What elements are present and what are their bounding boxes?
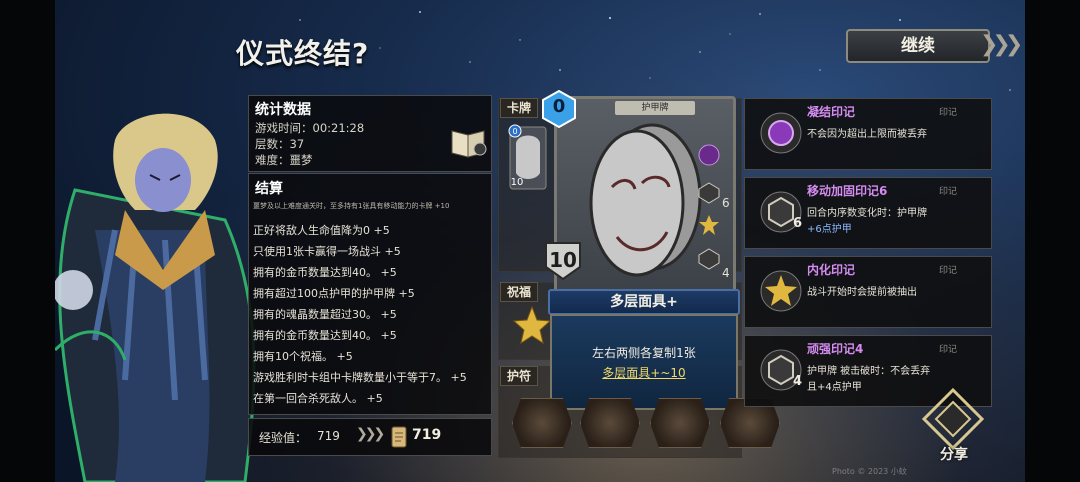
- scroll-icon: [391, 426, 407, 448]
- mark-tag: 印记: [938, 266, 957, 276]
- mark-description: 不会因为超出上限而被丢弃: [807, 129, 927, 140]
- mask-art: [589, 123, 702, 277]
- mark-tag: 印记: [938, 187, 957, 197]
- mark-title: 凝结印记: [807, 105, 856, 119]
- card-description-link[interactable]: 多层面具+~10: [552, 364, 736, 381]
- settlement-item: 正好将敌人生命值降为0 +5: [253, 224, 390, 237]
- blessing-icon[interactable]: [512, 305, 552, 345]
- play-time-label: 游戏时间：: [255, 121, 313, 135]
- card-description-line: 左右两侧各复制1张: [592, 346, 696, 360]
- play-time-row: 游戏时间：00:21:28: [255, 120, 364, 136]
- internalize-mark-icon: [760, 270, 802, 312]
- mark-value: 4: [793, 374, 803, 389]
- mark-description: 战斗开始时会提前被抽出: [807, 287, 917, 298]
- settlement-item: 游戏胜利时卡组中卡牌数量小于等于7。 +5: [253, 371, 467, 384]
- mark-panel-fortify: 6 移动加固印记6 印记 回合内序数变化时：护甲牌 +6点护甲: [744, 177, 992, 249]
- character-portrait: [55, 113, 256, 482]
- blessings-section-tab[interactable]: 祝福: [500, 282, 539, 302]
- page-title: 仪式终结?: [236, 37, 370, 70]
- card-cost: 0: [552, 96, 566, 117]
- settlement-item: 拥有10个祝福。 +5: [253, 350, 353, 363]
- left-black-bar: [0, 0, 55, 482]
- settlement-title: 结算: [255, 181, 283, 197]
- play-time-value: 00:21:28: [312, 121, 365, 135]
- settlement-item: 只使用1张卡赢得一场战斗 +5: [253, 245, 401, 258]
- internalize-mark-icon: [699, 215, 719, 235]
- card-side-value: 4: [722, 266, 730, 280]
- cards-section-tab[interactable]: 卡牌: [500, 98, 539, 118]
- continue-button[interactable]: 继续: [846, 29, 990, 63]
- mark-tag: 印记: [938, 108, 957, 118]
- floor-row: 层数：37: [255, 136, 304, 152]
- experience-total: 719: [412, 427, 442, 443]
- settlement-panel: 结算 噩梦及以上难度通关时，至多持有1张具有移动能力的卡牌 +10 正好将敌人生…: [248, 173, 492, 415]
- card-cost-gem: 0: [542, 90, 576, 128]
- mark-description: 护甲牌 被击破时：不会丢弃: [807, 366, 931, 377]
- mini-card-block: 10: [511, 177, 524, 188]
- stats-title: 统计数据: [255, 102, 311, 118]
- settlement-item: 拥有超过100点护甲的护甲牌 +5: [253, 287, 415, 300]
- relic-slot[interactable]: [650, 398, 710, 448]
- mark-value: 6: [793, 216, 803, 231]
- condense-mark-icon: [698, 144, 720, 166]
- card-name: 多层面具+: [548, 289, 740, 315]
- mark-panel-internalize: 内化印记 印记 战斗开始时会提前被抽出: [744, 256, 992, 328]
- mini-card-cost: 0: [512, 127, 517, 136]
- settlement-item: 拥有的魂晶数量超过30。 +5: [253, 308, 397, 321]
- floor-value: 37: [289, 137, 305, 151]
- mark-panel-condense: 凝结印记 印记 不会因为超出上限而被丢弃: [744, 98, 992, 170]
- settlement-item: 拥有的金币数量达到40。 +5: [253, 266, 397, 279]
- card-block: 10: [549, 248, 577, 272]
- mark-title: 移动加固印记6: [807, 184, 888, 198]
- arrow-right-icon: ❯❯❯: [356, 426, 385, 442]
- difficulty-value: 噩梦: [289, 153, 313, 167]
- share-button[interactable]: 分享: [940, 444, 968, 464]
- card-type: 护甲牌: [615, 101, 695, 115]
- floor-label: 层数：: [255, 137, 290, 151]
- difficulty-row: 难度：噩梦: [255, 152, 313, 168]
- experience-value: 719: [317, 429, 340, 443]
- experience-panel: 经验值： 719 ❯❯❯ 719: [248, 418, 492, 456]
- fortify-mark-icon: [698, 182, 720, 204]
- card-side-value: 6: [722, 196, 730, 210]
- deck-card-thumbnail[interactable]: 0 10: [508, 123, 548, 193]
- mark-tag: 印记: [938, 345, 957, 355]
- book-icon[interactable]: [450, 125, 488, 159]
- settlement-item: 在第一回合杀死敌人。 +5: [253, 392, 383, 405]
- mark-title: 顽强印记4: [807, 342, 864, 356]
- right-black-bar: [1025, 0, 1080, 482]
- card-description: 左右两侧各复制1张 多层面具+~10: [550, 314, 738, 410]
- relic-slot[interactable]: [580, 398, 640, 448]
- continue-arrows-icon: ❯❯❯: [980, 32, 1023, 57]
- card-block-shield: 10: [542, 239, 584, 281]
- difficulty-label: 难度：: [255, 153, 290, 167]
- mark-description: +6点护甲: [807, 224, 852, 235]
- mark-title: 内化印记: [807, 263, 856, 277]
- share-icon[interactable]: [920, 386, 986, 452]
- card-detail[interactable]: 护甲牌 0 10 6 4 多层面具+ 左右两侧各复制1张 多层面具+~10: [542, 90, 740, 410]
- mark-description: 且+4点护甲: [807, 382, 862, 393]
- experience-label: 经验值：: [259, 431, 308, 445]
- relic-slot[interactable]: [512, 398, 572, 448]
- relics-section-tab[interactable]: 护符: [500, 366, 539, 386]
- mark-description: 回合内序数变化时：护甲牌: [807, 208, 927, 219]
- condense-mark-icon: [760, 112, 802, 154]
- settlement-item: 拥有的金币数量达到40。 +5: [253, 329, 397, 342]
- tenacity-mark-icon: [698, 248, 720, 270]
- watermark: Photo © 2023 小蚊: [832, 467, 907, 476]
- settlement-note: 噩梦及以上难度通关时，至多持有1张具有移动能力的卡牌 +10: [253, 202, 450, 210]
